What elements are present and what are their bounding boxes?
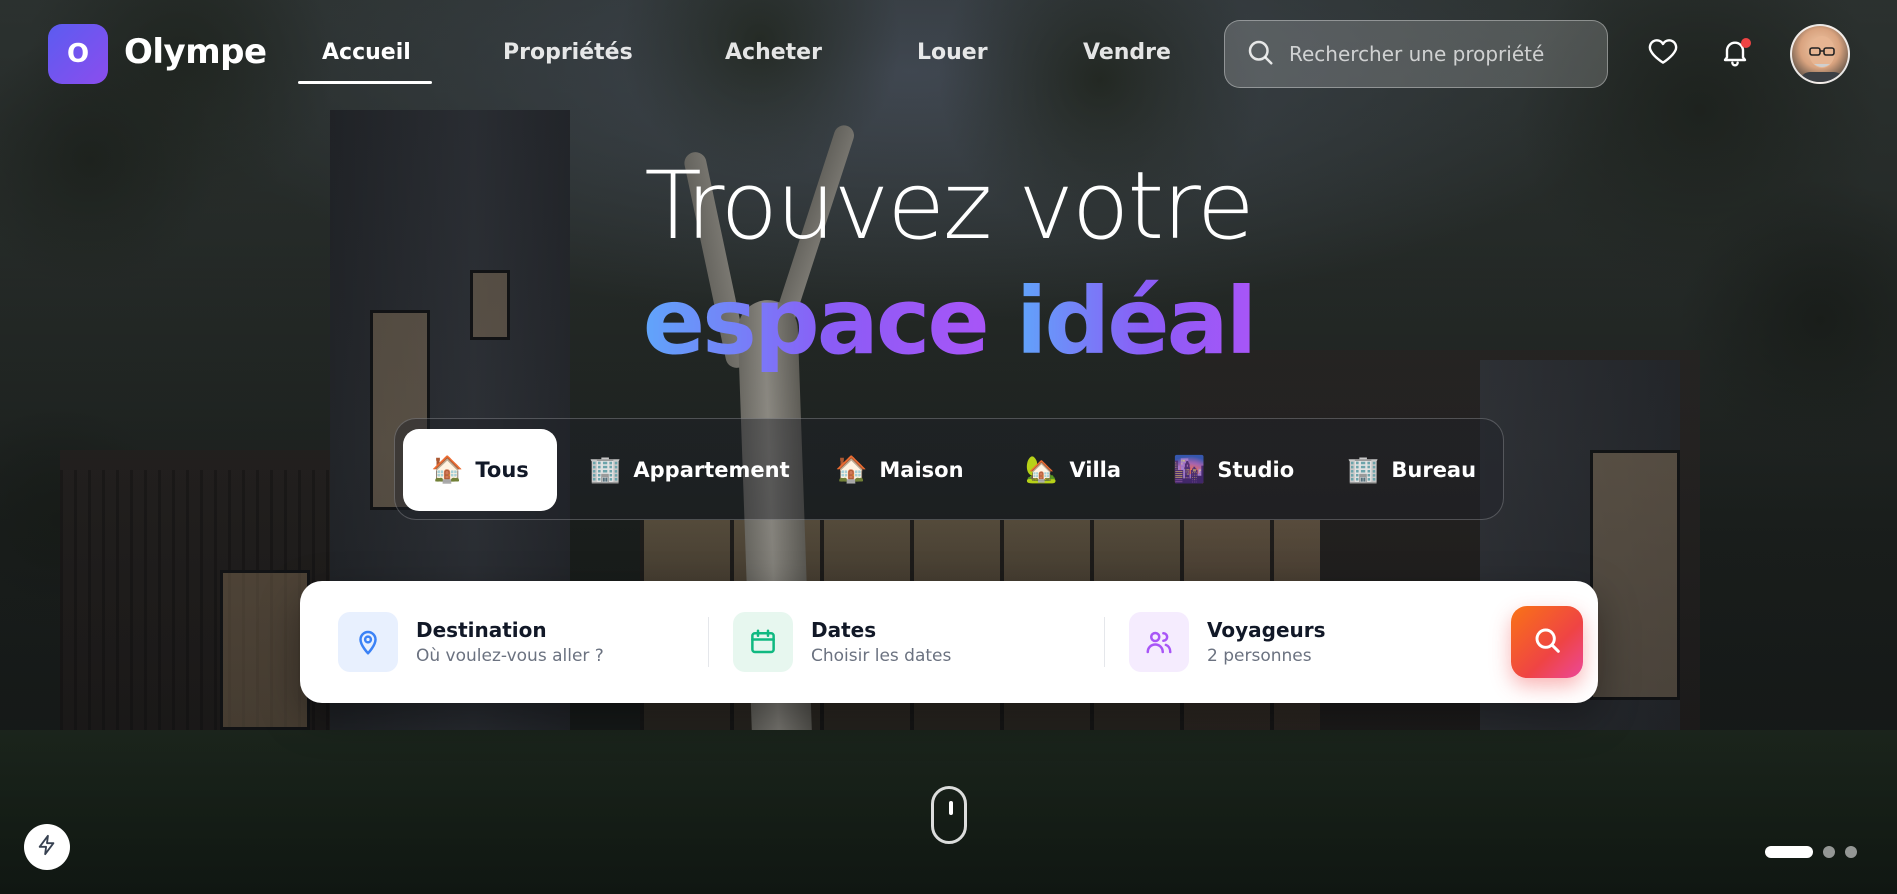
- carousel-pagination: [1765, 846, 1857, 858]
- category-label: Studio: [1217, 458, 1295, 482]
- category-chip-studio[interactable]: 🌆 Studio: [1145, 429, 1322, 511]
- property-search-card: Destination Où voulez-vous aller ? Dates…: [300, 581, 1598, 703]
- hero-highlight-word-2: idéal: [1015, 268, 1257, 375]
- travelers-title: Voyageurs: [1207, 618, 1326, 642]
- quick-action-button[interactable]: [24, 824, 70, 870]
- nav-item-acheter[interactable]: Acheter: [725, 40, 822, 65]
- notifications-button[interactable]: [1717, 36, 1753, 72]
- category-chip-appartement[interactable]: 🏢 Appartement: [561, 429, 818, 511]
- building-icon: 🏢: [1347, 455, 1380, 485]
- notification-badge: [1741, 38, 1751, 48]
- favorites-button[interactable]: [1645, 36, 1681, 72]
- destination-title: Destination: [416, 618, 547, 642]
- header-search-input[interactable]: Rechercher une propriété: [1224, 20, 1608, 88]
- category-chip-tous[interactable]: 🏠 Tous: [403, 429, 557, 511]
- users-icon: [1129, 612, 1189, 672]
- scroll-indicator[interactable]: [931, 786, 967, 844]
- search-submit-button[interactable]: [1511, 606, 1583, 678]
- dates-field[interactable]: Dates Choisir les dates: [733, 611, 951, 673]
- logo-badge[interactable]: O: [48, 24, 108, 84]
- nav-item-louer[interactable]: Louer: [917, 40, 988, 65]
- travelers-value: 2 personnes: [1207, 646, 1312, 666]
- category-chip-bureau[interactable]: 🏢 Bureau: [1319, 429, 1504, 511]
- nav-active-indicator: [298, 81, 432, 84]
- destination-field[interactable]: Destination Où voulez-vous aller ?: [338, 611, 604, 673]
- destination-placeholder: Où voulez-vous aller ?: [416, 646, 604, 666]
- category-chip-maison[interactable]: 🏠 Maison: [807, 429, 992, 511]
- hero-title-line2: espace idéal: [0, 276, 1897, 368]
- field-divider: [708, 617, 709, 667]
- house-icon: 🏠: [835, 455, 868, 485]
- carousel-dot-3[interactable]: [1845, 846, 1857, 858]
- villa-icon: 🏡: [1025, 455, 1058, 485]
- category-filter-bar: 🏠 Tous 🏢 Appartement 🏠 Maison 🏡 Villa 🌆 …: [394, 418, 1504, 520]
- nav-item-proprietes[interactable]: Propriétés: [503, 40, 633, 65]
- category-chip-villa[interactable]: 🏡 Villa: [997, 429, 1149, 511]
- calendar-icon: [733, 612, 793, 672]
- lightning-icon: [36, 834, 58, 860]
- user-avatar[interactable]: [1790, 24, 1850, 84]
- search-icon: [1245, 37, 1275, 71]
- dates-title: Dates: [811, 618, 877, 642]
- category-label: Bureau: [1391, 458, 1477, 482]
- category-label: Villa: [1069, 458, 1122, 482]
- heart-icon: [1647, 36, 1679, 72]
- carousel-dot-2[interactable]: [1823, 846, 1835, 858]
- house-icon: 🏠: [431, 455, 464, 485]
- map-pin-icon: [338, 612, 398, 672]
- hero-title-line1: Trouvez votre: [644, 152, 1254, 261]
- nav-item-accueil[interactable]: Accueil: [322, 40, 411, 65]
- carousel-dot-1[interactable]: [1765, 846, 1813, 858]
- category-label: Tous: [475, 458, 529, 482]
- travelers-field[interactable]: Voyageurs 2 personnes: [1129, 611, 1326, 673]
- category-label: Maison: [879, 458, 964, 482]
- scroll-wheel: [949, 801, 953, 815]
- building-icon: 🏢: [589, 455, 622, 485]
- cityscape-icon: 🌆: [1173, 455, 1206, 485]
- category-label: Appartement: [633, 458, 790, 482]
- top-navbar: O Olympe Accueil Propriétés Acheter Loue…: [0, 0, 1897, 110]
- avatar-face: [1800, 36, 1844, 82]
- dates-placeholder: Choisir les dates: [811, 646, 952, 666]
- search-icon: [1531, 624, 1563, 660]
- search-placeholder: Rechercher une propriété: [1289, 42, 1545, 66]
- field-divider: [1104, 617, 1105, 667]
- hero-highlight-word-1: espace: [642, 268, 990, 375]
- brand-name[interactable]: Olympe: [124, 32, 267, 72]
- nav-item-vendre[interactable]: Vendre: [1083, 40, 1171, 65]
